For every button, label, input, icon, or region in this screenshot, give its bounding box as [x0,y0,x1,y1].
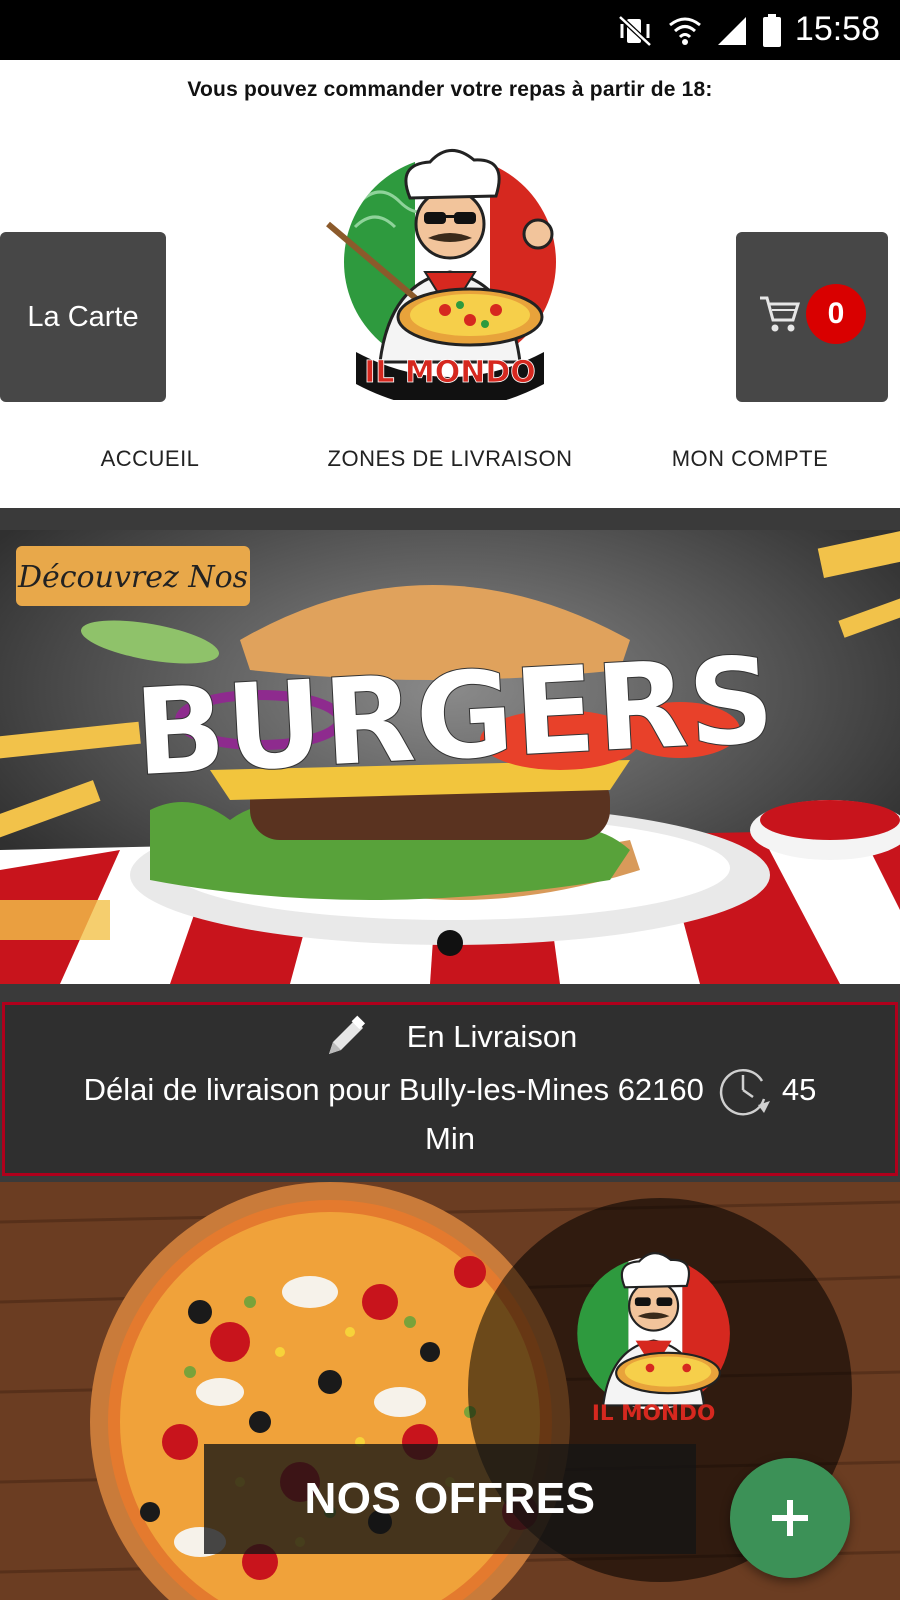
status-bar: 15:58 [0,0,900,60]
delivery-delay-text: Délai de livraison pour Bully-les-Mines … [83,1072,704,1107]
menu-button[interactable]: La Carte [0,232,166,402]
promo-carousel[interactable]: Découvrez Nos BURGERS [0,530,900,984]
cart-button[interactable]: 0 [736,232,888,402]
edit-pencil-icon[interactable] [323,1014,369,1060]
signal-icon [718,17,746,45]
tab-zones-label: ZONES DE LIVRAISON [327,446,573,471]
tab-mon-compte[interactable]: MON COMPTE [600,410,900,508]
tab-zones-de-livraison[interactable]: ZONES DE LIVRAISON [300,410,600,508]
delivery-delay-row: Délai de livraison pour Bully-les-Mines … [5,1065,895,1116]
tab-accueil[interactable]: ACCUEIL [0,410,300,508]
wifi-icon [669,17,701,45]
offers-logo-wordmark: IL MONDO [592,1401,715,1426]
order-time-notice: Vous pouvez commander votre repas à part… [0,60,900,120]
main-tabs: ACCUEIL ZONES DE LIVRAISON MON COMPTE [0,410,900,512]
menu-button-label: La Carte [27,300,139,333]
shopping-cart-icon [760,296,801,332]
logo-wordmark: IL MONDO [364,355,536,390]
burger-banner-image: Découvrez Nos BURGERS [0,530,900,984]
delivery-mode-row: En Livraison [5,1013,895,1061]
clock-refresh-icon [719,1068,770,1116]
offers-title: NOS OFFRES [204,1444,696,1554]
mute-vibrate-icon [618,15,652,47]
delivery-info-panel[interactable]: En Livraison Délai de livraison pour Bul… [2,1002,898,1176]
plus-icon [772,1500,808,1536]
battery-icon [763,14,781,47]
delivery-duration-unit: Min [425,1121,475,1156]
banner-tagline: Découvrez Nos [17,560,248,595]
status-icons [618,14,782,48]
app-header: La Carte IL MONDO 0 [0,120,900,410]
status-time: 15:58 [794,10,880,48]
add-fab-button[interactable] [730,1458,850,1578]
carousel-dot-active[interactable] [437,930,463,956]
order-time-notice-text: Vous pouvez commander votre repas à part… [187,78,713,101]
il-mondo-logo: IL MONDO [326,149,556,400]
delivery-duration-value: 45 [781,1072,817,1107]
cart-count-badge: 0 [806,284,866,344]
tab-mon-compte-label: MON COMPTE [671,446,829,471]
delivery-mode-label: En Livraison [406,1019,578,1054]
tab-accueil-label: ACCUEIL [100,446,200,471]
